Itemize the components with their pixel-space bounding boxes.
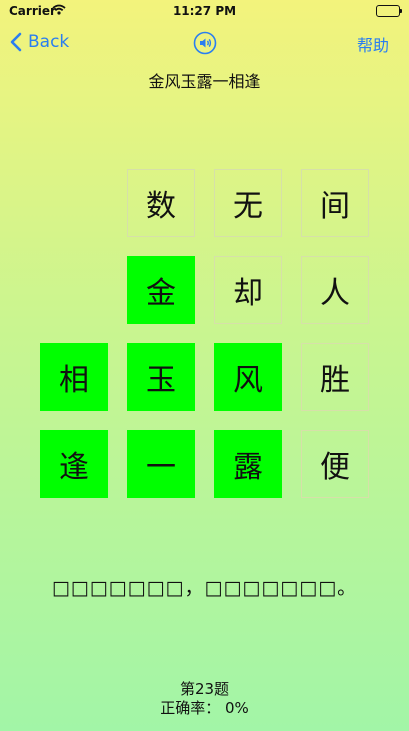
battery-icon xyxy=(376,5,400,17)
grid-cell[interactable]: 人 xyxy=(301,256,369,324)
grid-cell[interactable]: 相 xyxy=(40,343,108,411)
accuracy-label: 正确率： 0% xyxy=(160,699,249,717)
speaker-button[interactable] xyxy=(193,31,217,55)
answer-hint: □□□□□□□，□□□□□□□。 xyxy=(51,577,358,599)
grid-cell[interactable]: 玉 xyxy=(127,343,195,411)
footer: 第23题 正确率： 0% xyxy=(0,680,409,718)
clock: 11:27 PM xyxy=(172,4,237,18)
back-label: Back xyxy=(28,32,70,52)
grid-cell[interactable]: 却 xyxy=(214,256,282,324)
grid-cell[interactable]: 逢 xyxy=(40,430,108,498)
back-button[interactable]: Back xyxy=(10,32,69,52)
status-bar: Carrier 11:27 PM xyxy=(0,0,409,22)
page-title: 金风玉露一相逢 xyxy=(148,72,261,91)
grid-cell[interactable]: 便 xyxy=(301,430,369,498)
grid-cell[interactable]: 数 xyxy=(127,169,195,237)
help-button[interactable]: 帮助 xyxy=(357,32,389,56)
grid-cell-empty xyxy=(40,256,108,324)
grid-cell[interactable]: 一 xyxy=(127,430,195,498)
grid-cell[interactable]: 露 xyxy=(214,430,282,498)
chevron-left-icon xyxy=(10,32,22,52)
grid-cell[interactable]: 无 xyxy=(214,169,282,237)
navigation-bar: Back 帮助 xyxy=(0,28,409,58)
speaker-icon xyxy=(193,31,217,55)
grid-cell[interactable]: 金 xyxy=(127,256,195,324)
battery-tip xyxy=(400,9,402,13)
question-number: 第23题 xyxy=(179,680,230,698)
grid-cell[interactable]: 间 xyxy=(301,169,369,237)
grid-cell-empty xyxy=(40,169,108,237)
grid-cell[interactable]: 胜 xyxy=(301,343,369,411)
grid-cell[interactable]: 风 xyxy=(214,343,282,411)
